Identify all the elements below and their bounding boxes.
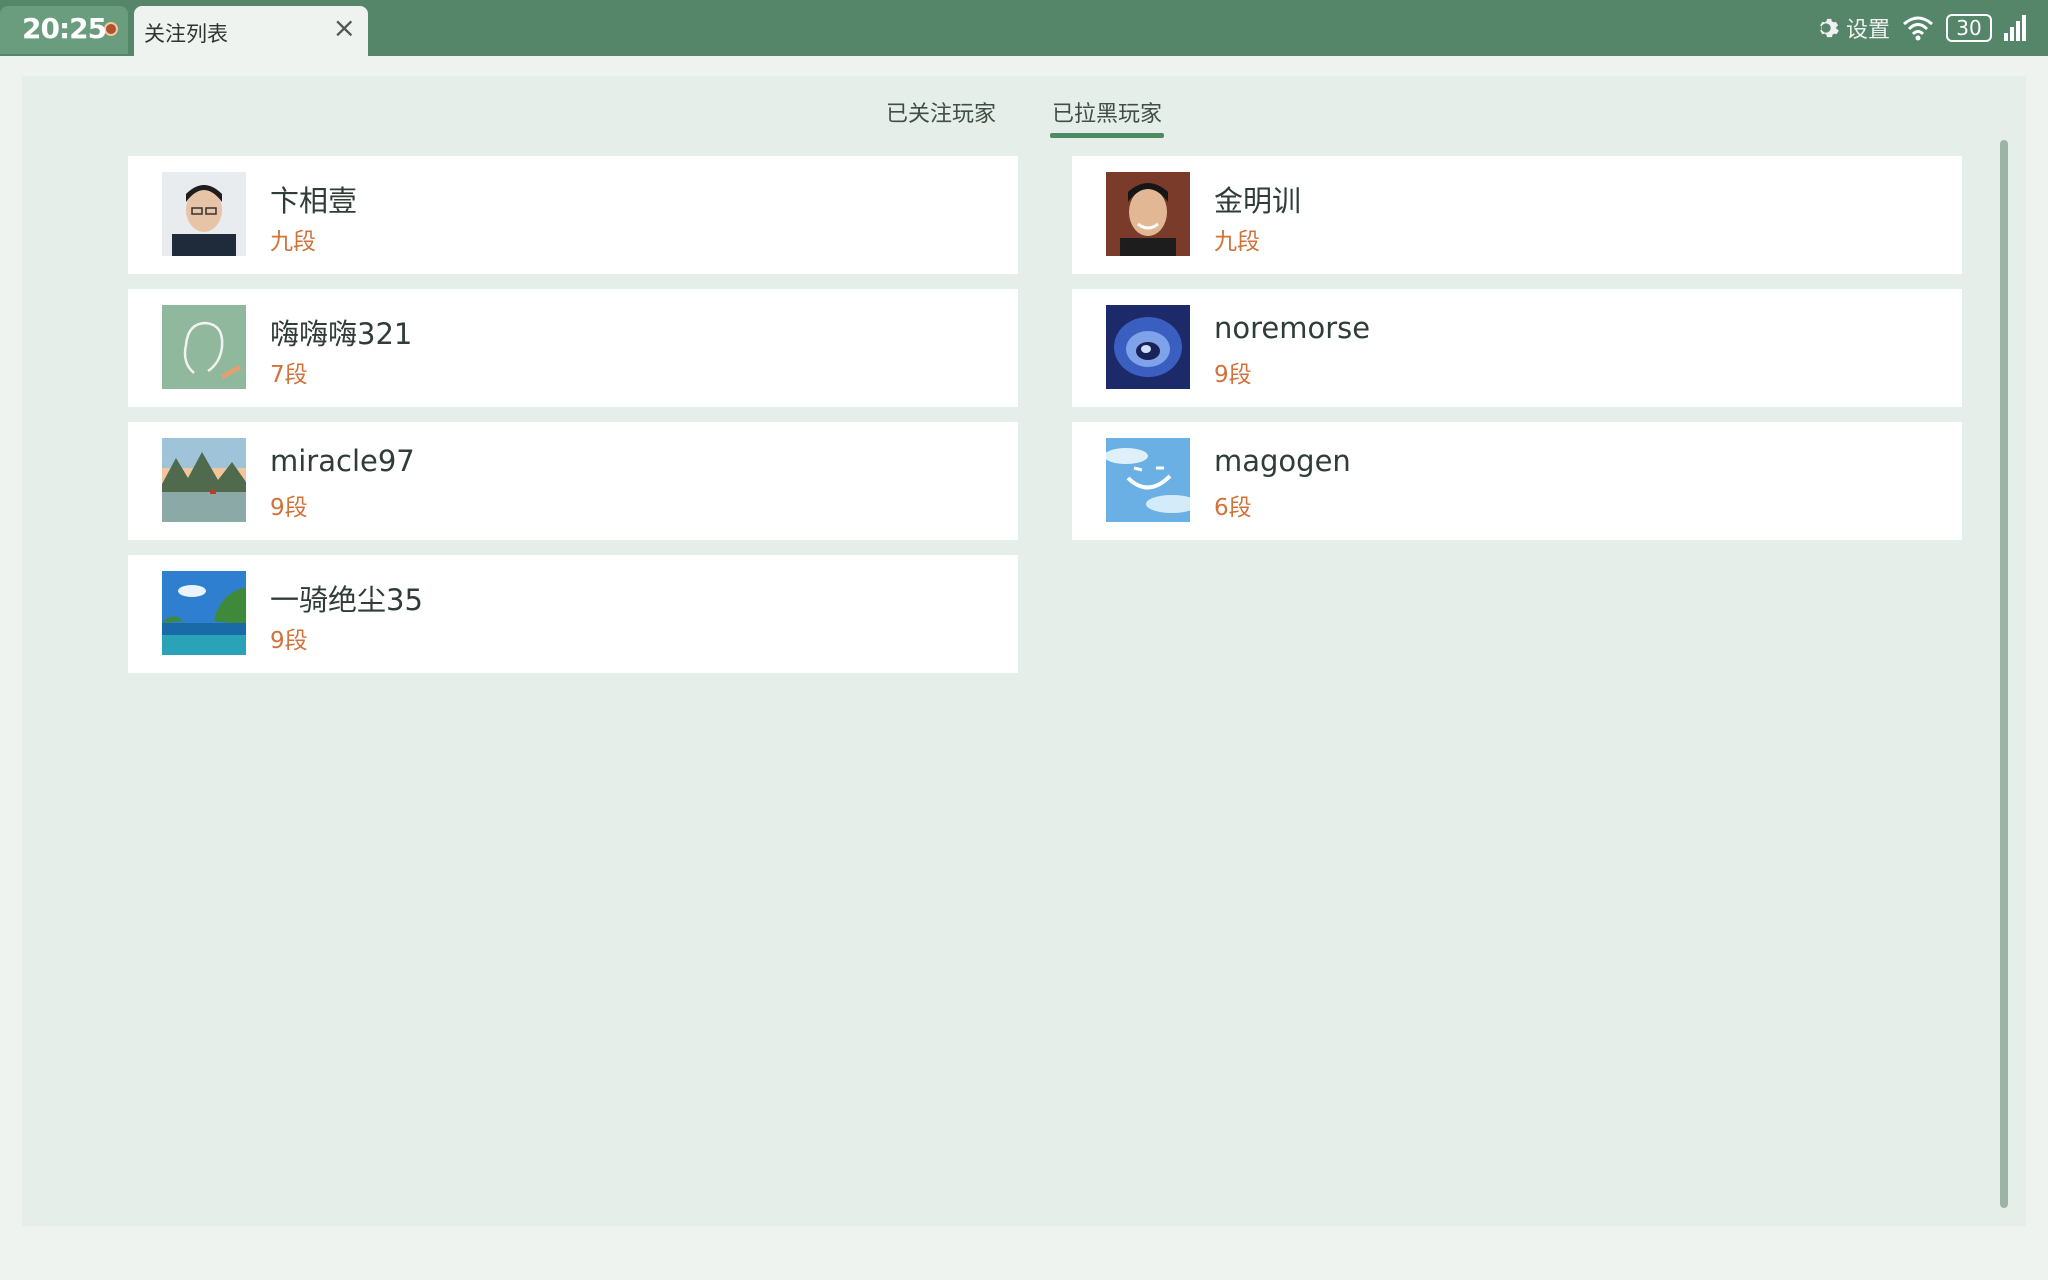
player-name: 嗨嗨嗨321 <box>270 317 413 351</box>
tab-follow-list-label: 关注列表 <box>144 22 228 46</box>
player-name: magogen <box>1214 444 1351 478</box>
signal-icon <box>2004 15 2026 41</box>
player-card[interactable]: miracle97 9段 <box>128 422 1018 540</box>
gear-icon <box>1820 18 1839 38</box>
wifi-icon <box>1903 16 1933 41</box>
player-avatar <box>162 172 246 256</box>
player-name: 卞相壹 <box>270 184 358 218</box>
scrollbar[interactable] <box>2000 140 2008 1208</box>
tab-followed-players[interactable]: 已关注玩家 <box>884 96 998 136</box>
player-rank: 九段 <box>1214 229 1260 255</box>
status-time: 20:25 <box>22 12 107 45</box>
player-name: 金明训 <box>1214 184 1302 218</box>
follow-list-panel: 已关注玩家 已拉黑玩家 卞相壹 九段 金明训 九段 嗨嗨嗨321 7段 nore… <box>22 76 2026 1226</box>
player-name: miracle97 <box>270 444 415 478</box>
player-avatar <box>1106 305 1190 389</box>
player-rank: 9段 <box>270 628 308 654</box>
player-avatar <box>1106 172 1190 256</box>
player-rank: 7段 <box>270 362 308 388</box>
settings-button[interactable]: 设置 <box>1812 12 1890 44</box>
player-card[interactable]: 金明训 九段 <box>1072 156 1962 274</box>
player-card[interactable]: magogen 6段 <box>1072 422 1962 540</box>
player-rank: 9段 <box>1214 362 1252 388</box>
player-rank: 九段 <box>270 229 316 255</box>
top-bar: 20:25 关注列表 × 设置 30 <box>0 0 2048 56</box>
player-card[interactable]: noremorse 9段 <box>1072 289 1962 407</box>
status-area: 设置 30 <box>1812 10 2028 46</box>
player-card[interactable]: 嗨嗨嗨321 7段 <box>128 289 1018 407</box>
tab-follow-list[interactable]: 关注列表 × <box>134 6 368 56</box>
close-icon[interactable]: × <box>333 14 356 42</box>
player-tabs: 已关注玩家 已拉黑玩家 <box>22 96 2026 138</box>
player-rank: 9段 <box>270 495 308 521</box>
player-name: noremorse <box>1214 311 1371 345</box>
player-avatar <box>162 571 246 655</box>
player-name: 一骑绝尘35 <box>270 583 423 617</box>
settings-label: 设置 <box>1845 18 1890 43</box>
player-avatar <box>162 305 246 389</box>
player-rank: 6段 <box>1214 495 1252 521</box>
tab-blocked-players[interactable]: 已拉黑玩家 <box>1050 96 1165 138</box>
player-avatar <box>1106 438 1190 522</box>
battery-indicator: 30 <box>1946 14 1992 42</box>
player-card[interactable]: 卞相壹 九段 <box>128 156 1018 274</box>
player-card[interactable]: 一骑绝尘35 9段 <box>128 555 1018 673</box>
player-avatar <box>162 438 246 522</box>
